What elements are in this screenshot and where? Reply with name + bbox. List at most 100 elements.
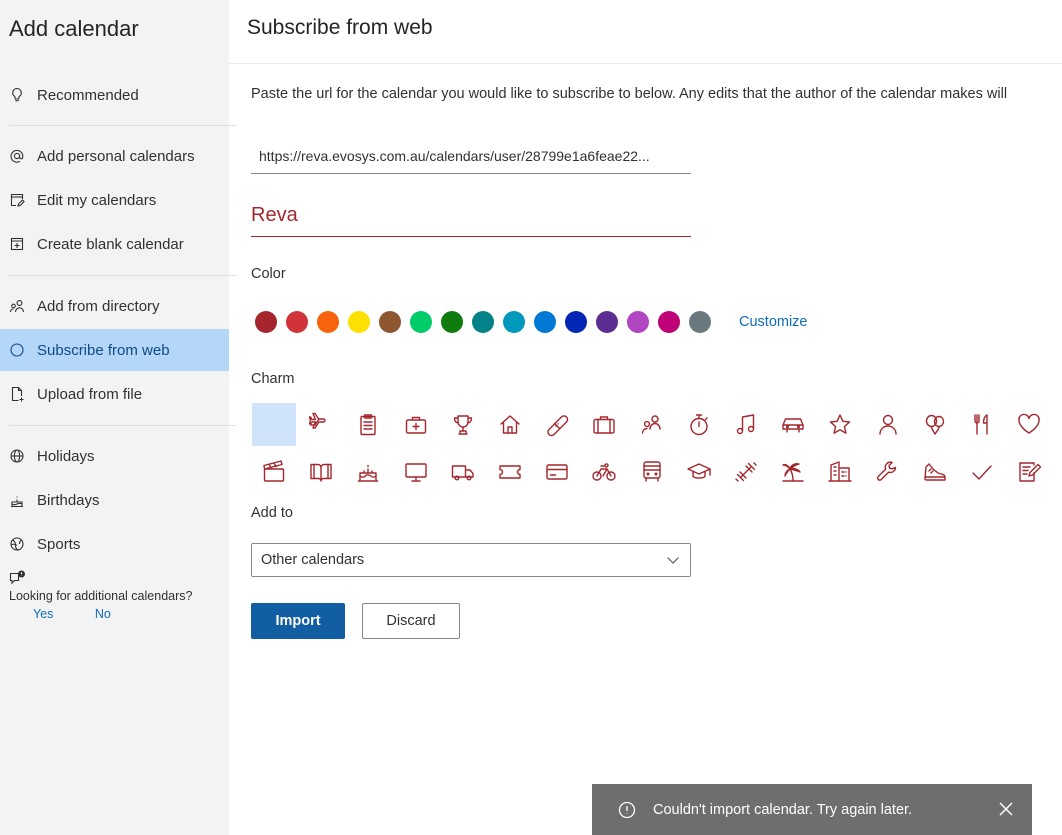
panel-header: Subscribe from web [229, 0, 1062, 64]
color-swatch[interactable] [627, 311, 649, 333]
charm-person[interactable] [866, 403, 910, 446]
charm-none[interactable] [252, 403, 296, 446]
charm-building[interactable] [818, 450, 862, 493]
sidebar: Add calendar Recommended Add personal ca… [0, 0, 236, 835]
sidebar-item-holidays[interactable]: Holidays [0, 435, 229, 477]
sidebar-item-upload-from-file[interactable]: Upload from file [0, 373, 229, 415]
charm-checkmark[interactable] [960, 450, 1004, 493]
color-swatch[interactable] [410, 311, 432, 333]
charm-palm-tree[interactable] [771, 450, 815, 493]
color-swatch[interactable] [317, 311, 339, 333]
globe-icon [8, 447, 26, 465]
import-button[interactable]: Import [251, 603, 345, 639]
sidebar-item-label: Holidays [37, 447, 95, 465]
color-picker: Customize [255, 311, 808, 333]
charm-medical-kit[interactable] [394, 403, 438, 446]
charm-airplane[interactable] [299, 403, 343, 446]
web-icon [8, 341, 26, 359]
page-title: Subscribe from web [247, 16, 433, 39]
sidebar-item-label: Sports [37, 535, 81, 553]
edit-calendar-icon [8, 191, 26, 209]
color-swatch[interactable] [503, 311, 525, 333]
dumbbell-icon [735, 461, 757, 482]
charm-trophy[interactable] [441, 403, 485, 446]
color-swatch[interactable] [689, 311, 711, 333]
charm-car[interactable] [771, 403, 815, 446]
home-icon [500, 414, 520, 434]
charm-clipboard[interactable] [346, 403, 390, 446]
sidebar-item-add-from-directory[interactable]: Add from directory [0, 285, 229, 327]
charm-truck[interactable] [441, 450, 485, 493]
charm-home[interactable] [488, 403, 532, 446]
chevron-down-icon [667, 557, 679, 564]
feedback-no-link[interactable]: No [95, 607, 111, 621]
charm-graduation-cap[interactable] [677, 450, 721, 493]
url-input[interactable]: https://reva.evosys.com.au/calendars/use… [251, 140, 691, 174]
charm-notepad[interactable] [1007, 450, 1051, 493]
birthday-cake-icon [358, 464, 379, 482]
charm-star[interactable] [818, 403, 862, 446]
color-swatch[interactable] [255, 311, 277, 333]
sidebar-item-edit-calendars[interactable]: Edit my calendars [0, 179, 229, 221]
color-swatch[interactable] [379, 311, 401, 333]
color-swatch[interactable] [286, 311, 308, 333]
calendar-name-input[interactable]: Reva [251, 198, 691, 237]
charm-music-note[interactable] [724, 403, 768, 446]
lightbulb-icon [8, 86, 26, 104]
color-swatch[interactable] [658, 311, 680, 333]
charm-heart[interactable] [1007, 403, 1051, 446]
feedback-yes-link[interactable]: Yes [33, 607, 53, 621]
charm-bus[interactable] [630, 450, 674, 493]
sidebar-item-label: Edit my calendars [37, 191, 157, 209]
color-swatch[interactable] [348, 311, 370, 333]
charm-bicycle[interactable] [582, 450, 626, 493]
charm-label: Charm [251, 371, 295, 387]
color-swatch[interactable] [534, 311, 556, 333]
sidebar-title: Add calendar [9, 16, 139, 41]
charm-people[interactable] [630, 403, 674, 446]
charm-monitor[interactable] [394, 450, 438, 493]
charm-clapperboard[interactable] [252, 450, 296, 493]
color-swatch[interactable] [596, 311, 618, 333]
person-icon [878, 414, 897, 435]
charm-sneaker[interactable] [913, 450, 957, 493]
graduation-cap-icon [687, 462, 711, 479]
clapperboard-icon [263, 459, 285, 482]
charm-bandage[interactable] [535, 403, 579, 446]
color-swatch[interactable] [472, 311, 494, 333]
sidebar-item-recommended[interactable]: Recommended [0, 74, 229, 116]
color-swatch[interactable] [565, 311, 587, 333]
sidebar-item-sports[interactable]: Sports [0, 523, 229, 565]
discard-button[interactable]: Discard [362, 603, 460, 639]
sidebar-item-label: Create blank calendar [37, 235, 184, 253]
add-to-dropdown[interactable]: Other calendars [251, 543, 691, 577]
sidebar-item-subscribe-from-web[interactable]: Subscribe from web [0, 329, 229, 371]
wrench-icon [876, 460, 896, 481]
charm-book[interactable] [299, 450, 343, 493]
charm-credit-card[interactable] [535, 450, 579, 493]
bandage-icon [547, 414, 569, 436]
sidebar-item-birthdays[interactable]: Birthdays [0, 479, 229, 521]
charm-birthday-cake[interactable] [346, 450, 390, 493]
heart-icon [1018, 413, 1040, 434]
charm-wrench[interactable] [866, 450, 910, 493]
charm-briefcase[interactable] [582, 403, 626, 446]
file-upload-icon [8, 385, 26, 403]
sidebar-item-label: Add personal calendars [37, 147, 195, 165]
close-icon[interactable] [998, 801, 1014, 817]
charm-dumbbell[interactable] [724, 450, 768, 493]
charm-ticket[interactable] [488, 450, 532, 493]
book-icon [310, 463, 332, 482]
sidebar-item-label: Upload from file [37, 385, 143, 403]
sidebar-item-add-personal[interactable]: Add personal calendars [0, 135, 229, 177]
charm-timer[interactable] [677, 403, 721, 446]
bus-icon [642, 460, 661, 482]
notepad-icon [1019, 461, 1042, 482]
sidebar-item-create-blank[interactable]: Create blank calendar [0, 223, 229, 265]
at-icon [8, 147, 26, 165]
charm-fork-knife[interactable] [960, 403, 1004, 446]
customize-color-link[interactable]: Customize [739, 314, 808, 330]
color-swatch[interactable] [441, 311, 463, 333]
divider [9, 125, 236, 126]
charm-balloons[interactable] [913, 403, 957, 446]
